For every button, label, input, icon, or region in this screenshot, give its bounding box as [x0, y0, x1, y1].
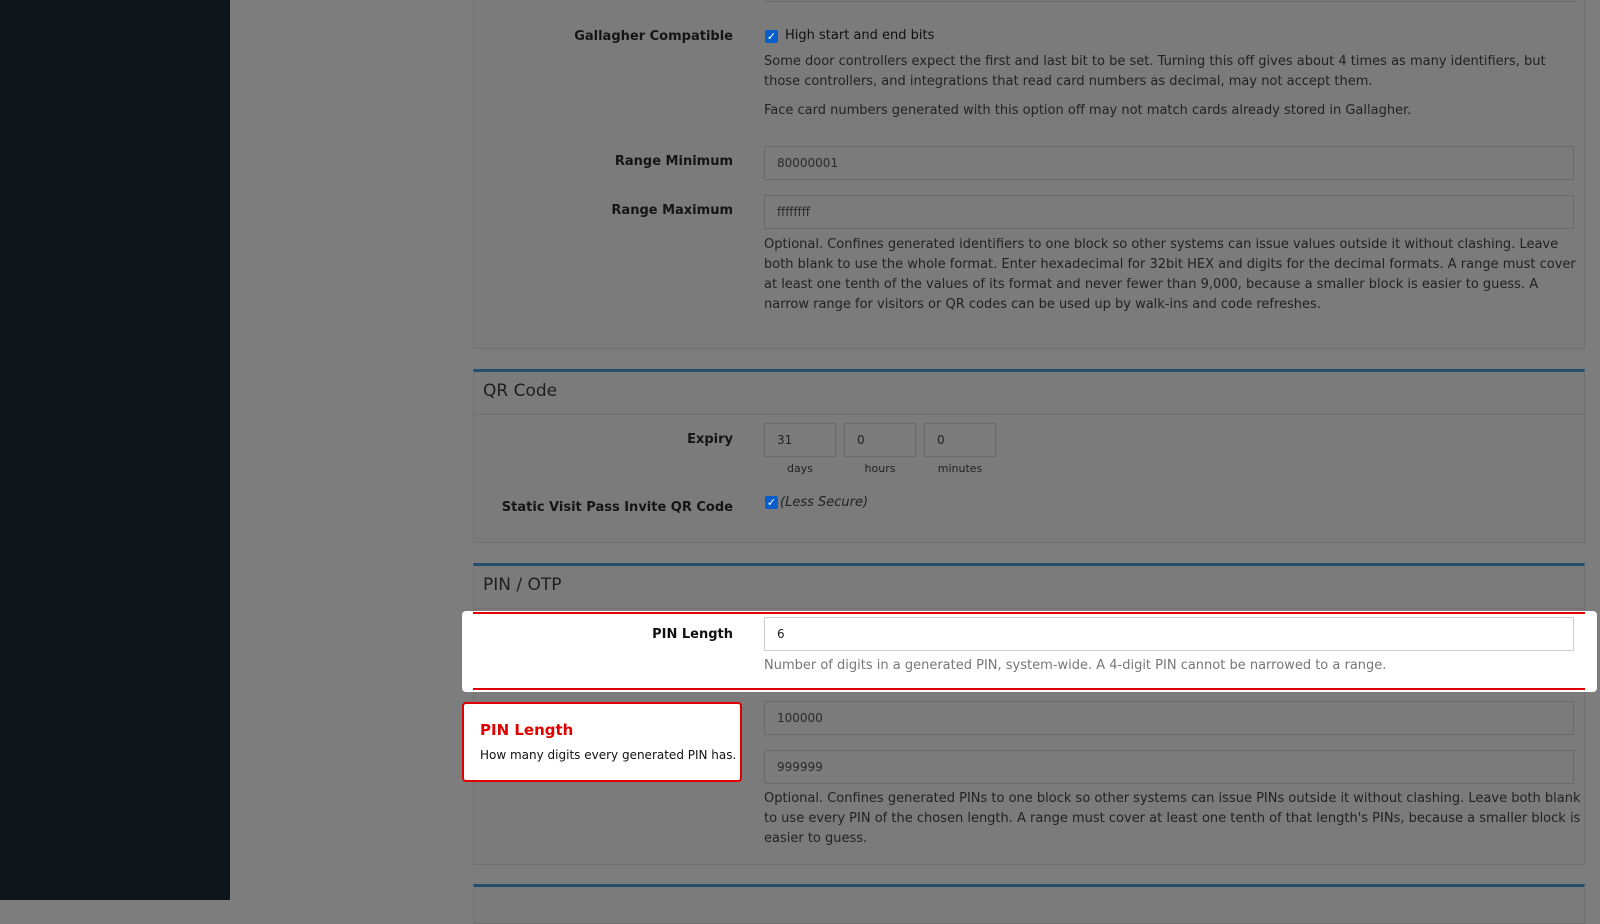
pin-range-maximum-input[interactable]: 999999: [764, 750, 1574, 784]
pin-range-help-text: Optional. Confines generated PINs to one…: [764, 791, 1581, 846]
qr-code-header: QR Code: [474, 372, 1584, 415]
tooltip-body: How many digits every generated PIN has.: [480, 748, 737, 762]
gallagher-help-text: Some door controllers expect the first a…: [764, 54, 1546, 89]
gallagher-help-text-2: Face card numbers generated with this op…: [764, 103, 1412, 118]
next-section-panel: [473, 884, 1585, 924]
pin-otp-header: PIN / OTP: [474, 566, 1584, 609]
pin-otp-title: PIN / OTP: [483, 575, 562, 595]
pin-length-label: PIN Length: [652, 627, 733, 642]
range-maximum-input[interactable]: ffffffff: [764, 195, 1574, 229]
gallagher-checkbox[interactable]: ✓: [765, 30, 778, 43]
static-qr-label: Static Visit Pass Invite QR Code: [501, 500, 733, 515]
range-help-text: Optional. Confines generated identifiers…: [764, 237, 1576, 312]
pin-length-help-text: Number of digits in a generated PIN, sys…: [764, 658, 1387, 673]
previous-field[interactable]: [764, 0, 1574, 2]
pin-length-tooltip: PIN Length How many digits every generat…: [462, 702, 742, 782]
minutes-unit-label: minutes: [937, 462, 983, 475]
pin-length-input[interactable]: 6: [764, 617, 1574, 651]
gallagher-compatible-label: Gallagher Compatible: [574, 29, 733, 44]
static-qr-checkbox[interactable]: ✓: [765, 496, 778, 509]
expiry-hours-input[interactable]: 0: [844, 423, 916, 457]
qr-code-title: QR Code: [483, 381, 558, 401]
less-secure-note: (Less Secure): [780, 495, 869, 510]
tooltip-title: PIN Length: [480, 721, 574, 739]
range-minimum-label: Range Minimum: [614, 154, 733, 169]
range-minimum-input[interactable]: 80000001: [764, 146, 1574, 180]
hours-unit-label: hours: [864, 462, 896, 475]
gallagher-checkbox-label: High start and end bits: [785, 28, 935, 43]
qr-code-panel: QR Code: [473, 369, 1585, 543]
expiry-minutes-input[interactable]: 0: [924, 423, 996, 457]
pin-range-minimum-input[interactable]: 100000: [764, 701, 1574, 735]
days-unit-label: days: [787, 462, 813, 475]
range-maximum-label: Range Maximum: [611, 203, 733, 218]
expiry-days-input[interactable]: 31: [764, 423, 836, 457]
sidebar: [0, 0, 230, 900]
expiry-label: Expiry: [687, 432, 733, 447]
